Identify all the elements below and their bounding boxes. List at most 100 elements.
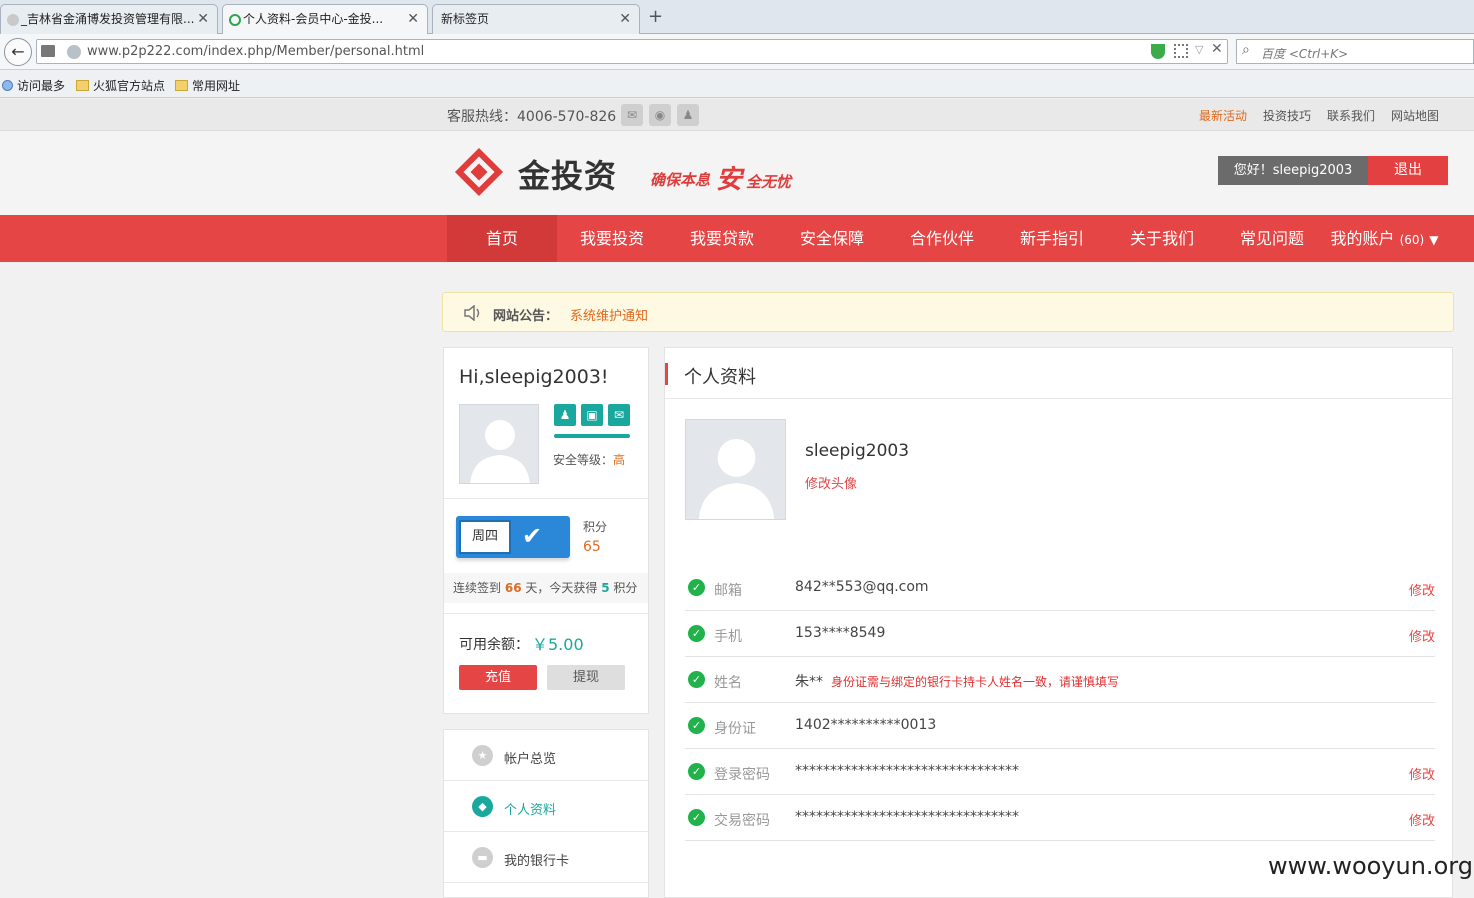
withdraw-button[interactable]: 提现 (547, 665, 625, 690)
logo-text[interactable]: 金投资 (518, 151, 617, 197)
bookmarks-bar: 访问最多 火狐官方站点 常用网址 (0, 70, 1474, 98)
side-menu-label: 帐户总览 (504, 752, 557, 767)
user-verify-icon[interactable]: ♟ (554, 404, 576, 426)
side-menu-label: 我的银行卡 (504, 854, 570, 869)
nav-loan[interactable]: 我要贷款 (667, 215, 777, 262)
nav-security[interactable]: 安全保障 (777, 215, 887, 262)
bookmark-common-sites[interactable]: 常用网址 (175, 77, 240, 94)
phone-verify-icon[interactable]: ▣ (581, 404, 603, 426)
username: sleepig2003 (805, 441, 910, 461)
wechat-icon[interactable]: ✉ (621, 104, 643, 126)
site-map-link[interactable]: 网站地图 (1391, 107, 1439, 124)
sign-in-button[interactable]: 周四 ✔ (456, 516, 570, 558)
shield-icon[interactable] (1151, 44, 1165, 59)
nav-partners[interactable]: 合作伙伴 (887, 215, 997, 262)
info-row-login-password: ✓ 登录密码 ******************************** … (685, 749, 1435, 795)
site-topbar: 客服热线：4006-570-826 ✉ ◉ ♟ 最新活动 投资技巧 联系我们 网… (0, 99, 1474, 131)
info-value: 153****8549 (795, 625, 886, 641)
close-icon[interactable]: ✕ (407, 5, 419, 33)
site-header: 金投资 确保本息 安 全无忧 您好！sleepig2003 退出 (0, 131, 1474, 215)
browser-tab-2[interactable]: 个人资料-会员中心-金投... ✕ (222, 4, 428, 35)
check-circle-icon: ✓ (688, 809, 705, 826)
nav-faq[interactable]: 常见问题 (1217, 215, 1327, 262)
nav-my-account[interactable]: 我的账户 (60) ▼ (1327, 215, 1442, 262)
default-avatar-icon (698, 438, 775, 519)
close-icon[interactable]: ✕ (1211, 41, 1223, 57)
user-service-icon[interactable]: ♟ (677, 104, 699, 126)
page-title: 个人资料 (684, 367, 756, 388)
new-tab-plus-icon[interactable]: + (648, 6, 663, 27)
info-value-wrap: 朱** 身份证需与绑定的银行卡持卡人姓名一致，请谨慎填写 (795, 671, 1119, 691)
check-circle-icon: ✓ (688, 671, 705, 688)
favicon-icon (7, 14, 19, 26)
account-count: (60) (1399, 233, 1425, 247)
close-icon[interactable]: ✕ (619, 5, 631, 33)
page-grid-icon (41, 45, 55, 57)
back-arrow-icon[interactable]: ← (4, 38, 32, 66)
bookmark-firefox-site[interactable]: 火狐官方站点 (76, 77, 165, 94)
close-icon[interactable]: ✕ (197, 5, 209, 33)
weibo-icon[interactable]: ◉ (649, 104, 671, 126)
caret-down-icon: ▼ (1429, 233, 1439, 247)
divider (444, 613, 648, 614)
url-text[interactable]: www.p2p222.com/index.php/Member/personal… (87, 44, 424, 59)
info-row-phone: ✓ 手机 153****8549 修改 (685, 611, 1435, 657)
dropdown-icon[interactable]: ▽ (1195, 43, 1203, 56)
nav-invest[interactable]: 我要投资 (557, 215, 667, 262)
nav-about-us[interactable]: 关于我们 (1107, 215, 1217, 262)
user-greeting[interactable]: 您好！sleepig2003 (1218, 156, 1368, 185)
browser-tab-3[interactable]: 新标签页 ✕ (432, 4, 640, 34)
qr-code-icon[interactable] (1174, 44, 1188, 58)
logo-icon[interactable] (453, 146, 505, 198)
bookmark-most-visited[interactable]: 访问最多 (2, 77, 65, 94)
check-circle-icon: ✓ (688, 625, 705, 642)
nav-home[interactable]: 首页 (447, 215, 557, 262)
bookmark-icon (2, 80, 13, 91)
check-circle-icon: ✓ (688, 579, 705, 596)
browser-tab-1[interactable]: _吉林省金涌博发投资管理有限... ✕ (0, 4, 218, 34)
info-key: 身份证 (714, 721, 756, 737)
nav-beginner-guide[interactable]: 新手指引 (997, 215, 1107, 262)
notice-label: 网站公告： (493, 309, 559, 324)
site-notice: 网站公告： 系统维护通知 (442, 292, 1454, 332)
loading-icon (229, 14, 241, 26)
logout-button[interactable]: 退出 (1368, 156, 1448, 185)
points-label: 积分 (583, 520, 608, 534)
side-menu-account-overview[interactable]: ★ 帐户总览 (444, 730, 648, 781)
checkmark-icon: ✔ (522, 522, 543, 550)
points-value: 65 (583, 539, 601, 555)
edit-login-password-link[interactable]: 修改 (1409, 764, 1435, 783)
search-input[interactable]: ⌕ 百度 <Ctrl+K> (1236, 39, 1474, 64)
avatar[interactable] (685, 419, 786, 520)
name-notice: 身份证需与绑定的银行卡持卡人姓名一致，请谨慎填写 (831, 675, 1120, 689)
bookmark-label: 常用网址 (192, 79, 241, 93)
address-bar[interactable]: www.p2p222.com/index.php/Member/personal… (36, 39, 1228, 64)
notice-link[interactable]: 系统维护通知 (570, 305, 648, 324)
side-menu-bank-card[interactable]: ▬ 我的银行卡 (444, 832, 648, 883)
check-circle-icon: ✓ (688, 717, 705, 734)
check-circle-icon: ✓ (688, 763, 705, 780)
panel-header: 个人资料 (665, 348, 1452, 399)
contact-us-link[interactable]: 联系我们 (1327, 107, 1375, 124)
info-value: 842**553@qq.com (795, 579, 929, 595)
edit-trade-password-link[interactable]: 修改 (1409, 810, 1435, 829)
account-side-menu: ★ 帐户总览 ◆ 个人资料 ▬ 我的银行卡 (443, 729, 649, 898)
browser-tab-bar: _吉林省金涌博发投资管理有限... ✕ 个人资料-会员中心-金投... ✕ 新标… (0, 0, 1474, 35)
slogan-part-2: 全无忧 (746, 173, 792, 191)
avatar[interactable] (459, 404, 539, 484)
balance-label: 可用余额： (459, 637, 529, 653)
change-avatar-link[interactable]: 修改头像 (805, 473, 857, 492)
search-icon: ⌕ (1242, 42, 1250, 58)
edit-email-link[interactable]: 修改 (1409, 580, 1435, 599)
star-icon: ★ (472, 745, 493, 766)
slogan-highlight: 安 (716, 165, 743, 195)
streak-days: 66 (504, 581, 522, 595)
latest-activity-link[interactable]: 最新活动 (1199, 107, 1247, 124)
email-verify-icon[interactable]: ✉ (608, 404, 630, 426)
edit-phone-link[interactable]: 修改 (1409, 626, 1435, 645)
folder-icon (76, 80, 89, 91)
side-menu-label: 个人资料 (504, 803, 557, 818)
side-menu-personal-info[interactable]: ◆ 个人资料 (444, 781, 648, 832)
invest-tips-link[interactable]: 投资技巧 (1263, 107, 1311, 124)
recharge-button[interactable]: 充值 (459, 665, 537, 690)
